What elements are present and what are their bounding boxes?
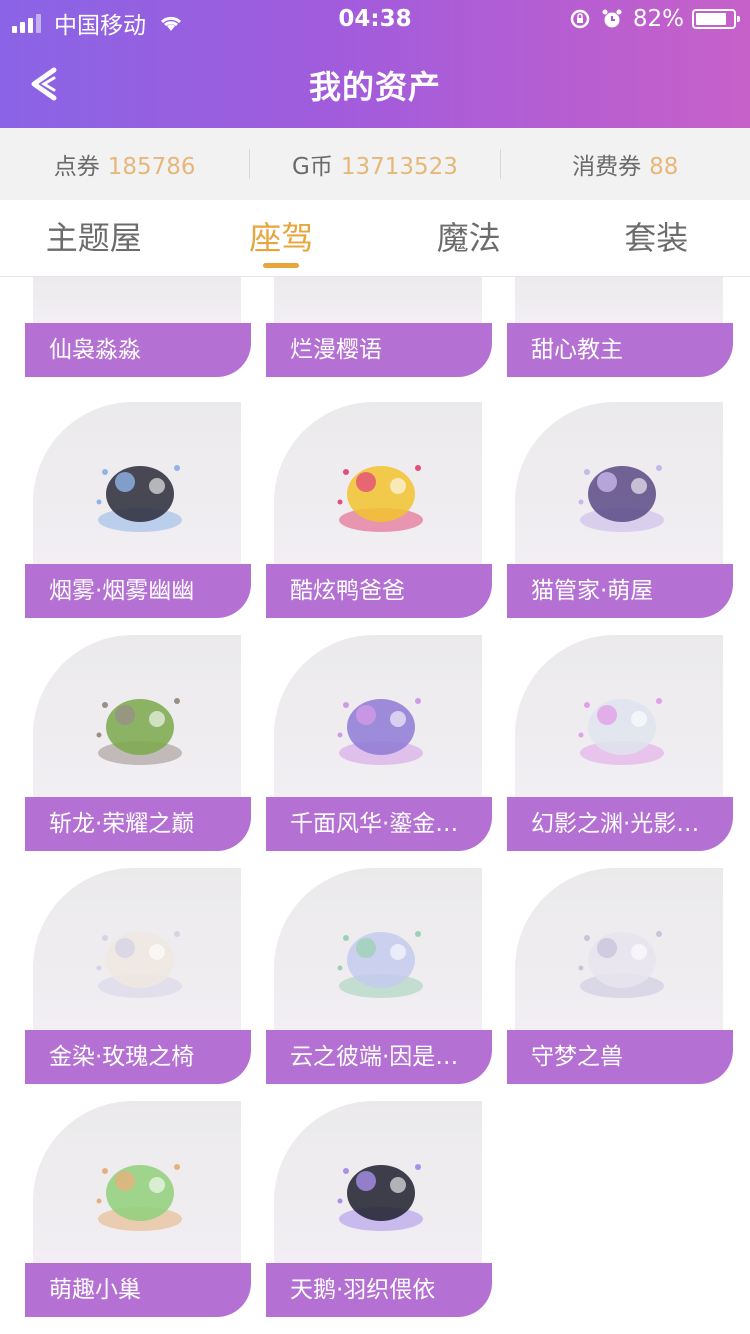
vehicle-name: 烂漫樱语 bbox=[266, 323, 492, 377]
rotation-lock-icon bbox=[570, 9, 590, 29]
vehicle-name: 金染·玫瑰之椅 bbox=[25, 1030, 251, 1084]
alarm-icon bbox=[602, 9, 622, 28]
category-tabs: 主题屋 座驾 魔法 套装 bbox=[0, 200, 750, 277]
battery-percent: 82% bbox=[632, 6, 684, 32]
vehicle-image bbox=[96, 931, 182, 998]
balance-label: 点券 bbox=[53, 154, 100, 180]
vehicle-card[interactable]: 天鹅·羽织偎依 bbox=[266, 1101, 492, 1334]
vehicle-name: 幻影之渊·光影… bbox=[507, 797, 733, 851]
balance-label: 消费券 bbox=[572, 154, 642, 180]
balance-bar: 点券 185786 G币 13713523 消费券 88 bbox=[0, 128, 750, 200]
vehicle-card[interactable]: 云之彼端·因是… bbox=[266, 868, 492, 1103]
vehicle-image bbox=[96, 1164, 182, 1231]
vehicle-name: 斩龙·荣耀之巅 bbox=[25, 797, 251, 851]
vehicle-image bbox=[96, 698, 182, 765]
tab-theme-house[interactable]: 主题屋 bbox=[0, 200, 188, 276]
vehicle-image bbox=[578, 465, 664, 532]
balance-voucher: 消费券 88 bbox=[501, 147, 750, 181]
card-background bbox=[274, 277, 482, 327]
vehicle-card[interactable]: 千面风华·鎏金… bbox=[266, 635, 492, 870]
vehicle-card[interactable]: 猫管家·萌屋 bbox=[507, 402, 733, 637]
battery-icon bbox=[692, 9, 740, 29]
vehicle-name: 云之彼端·因是… bbox=[266, 1030, 492, 1084]
page-title: 我的资产 bbox=[308, 68, 441, 106]
vehicle-name: 守梦之兽 bbox=[507, 1030, 733, 1084]
vehicle-name: 甜心教主 bbox=[507, 323, 733, 377]
vehicle-image bbox=[578, 931, 664, 998]
balance-value: 185786 bbox=[107, 154, 196, 180]
vehicle-card[interactable]: 萌趣小巢 bbox=[25, 1101, 251, 1334]
tab-magic[interactable]: 魔法 bbox=[375, 200, 563, 276]
vehicle-card[interactable]: 斩龙·荣耀之巅 bbox=[25, 635, 251, 870]
balance-label: G币 bbox=[292, 154, 333, 180]
vehicle-name: 酷炫鸭爸爸 bbox=[266, 564, 492, 618]
vehicle-image bbox=[337, 931, 423, 998]
vehicle-image bbox=[337, 1164, 423, 1231]
balance-coupon: 点券 185786 bbox=[0, 147, 249, 181]
vehicle-name: 千面风华·鎏金… bbox=[266, 797, 492, 851]
app-header: 中国移动 04:38 82% 我的资产 bbox=[0, 0, 750, 128]
card-background bbox=[515, 277, 723, 327]
vehicle-card[interactable]: 幻影之渊·光影… bbox=[507, 635, 733, 870]
status-bar: 中国移动 04:38 82% bbox=[0, 0, 750, 40]
vehicle-image bbox=[578, 698, 664, 765]
balance-value: 13713523 bbox=[340, 154, 458, 180]
vehicle-grid: 仙袅淼淼 烂漫樱语 甜心教主烟雾·烟雾幽幽 酷炫鸭爸爸 猫管家·萌屋斩龙·荣耀之巅 千面风… bbox=[0, 277, 750, 1334]
balance-gcoin: G币 13713523 bbox=[250, 147, 499, 181]
tab-vehicle[interactable]: 座驾 bbox=[188, 200, 376, 276]
vehicle-card[interactable]: 金染·玫瑰之椅 bbox=[25, 868, 251, 1103]
vehicle-card[interactable]: 酷炫鸭爸爸 bbox=[266, 402, 492, 637]
balance-value: 88 bbox=[649, 154, 679, 180]
tab-outfit[interactable]: 套装 bbox=[563, 200, 750, 276]
vehicle-name: 猫管家·萌屋 bbox=[507, 564, 733, 618]
vehicle-name: 萌趣小巢 bbox=[25, 1263, 251, 1317]
vehicle-name: 天鹅·羽织偎依 bbox=[266, 1263, 492, 1317]
vehicle-card[interactable]: 烟雾·烟雾幽幽 bbox=[25, 402, 251, 637]
vehicle-image bbox=[96, 465, 182, 532]
vehicle-image bbox=[337, 465, 423, 532]
vehicle-card[interactable]: 守梦之兽 bbox=[507, 868, 733, 1103]
vehicle-name: 仙袅淼淼 bbox=[25, 323, 251, 377]
vehicle-name: 烟雾·烟雾幽幽 bbox=[25, 564, 251, 618]
vehicle-image bbox=[337, 698, 423, 765]
card-background bbox=[33, 277, 241, 327]
